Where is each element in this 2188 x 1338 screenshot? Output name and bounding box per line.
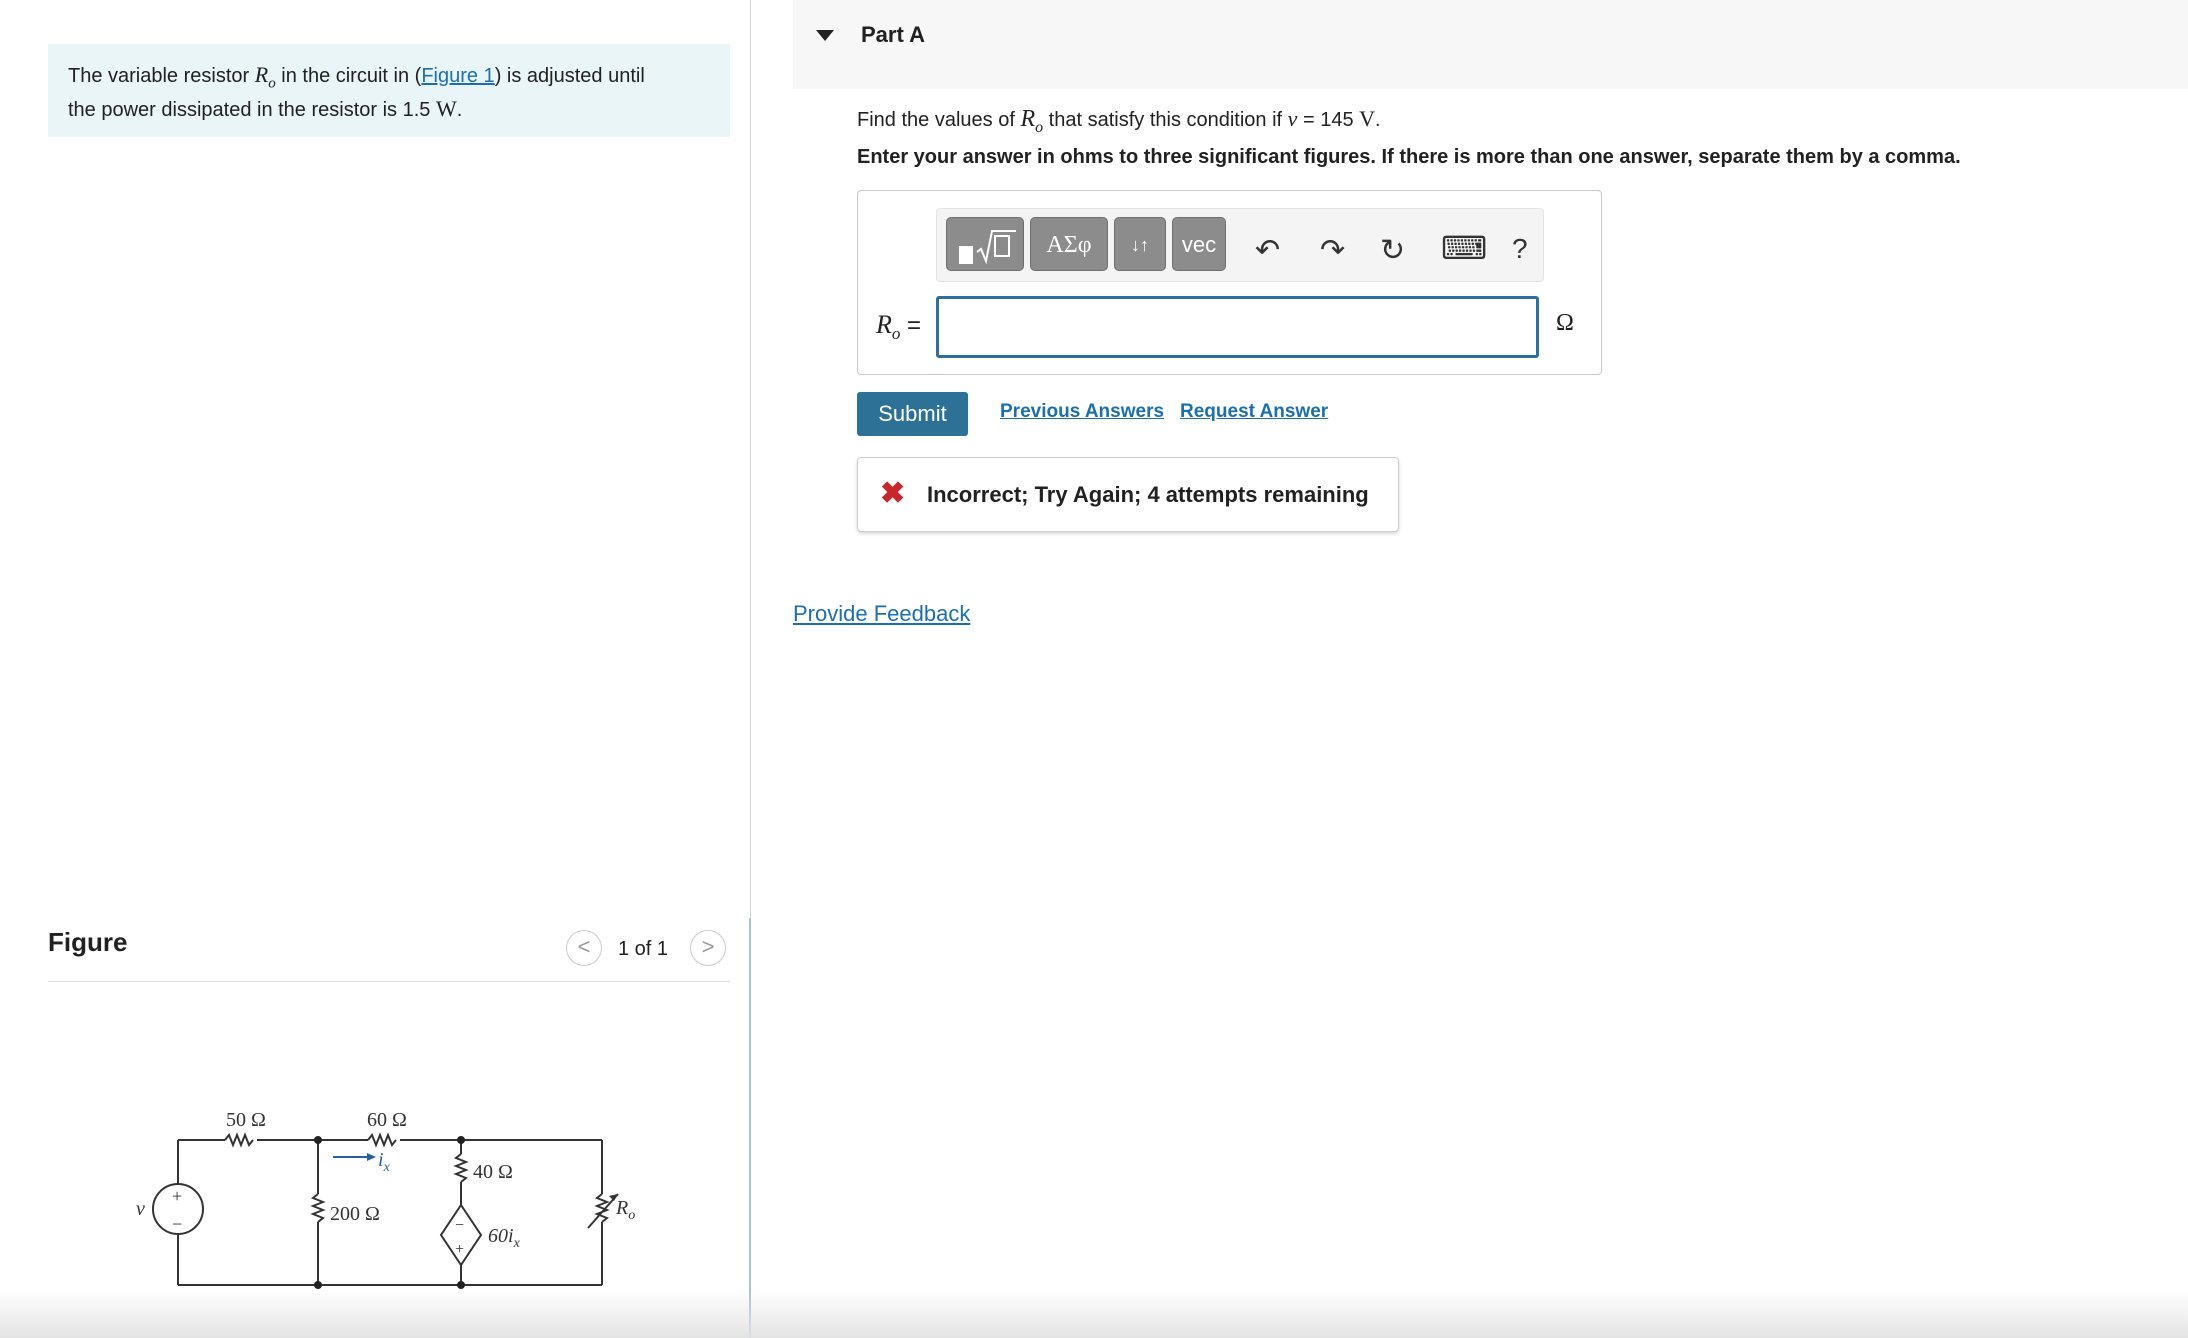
sqrt-template-icon [959, 230, 1016, 265]
label-40-ohm: 40 Ω [473, 1161, 513, 1183]
question-text: Find the values of Ro that satisfy this … [857, 106, 1381, 136]
next-figure-button[interactable]: > [690, 930, 726, 966]
source-minus: − [172, 1214, 182, 1234]
instruction-text: Enter your answer in ohms to three signi… [857, 146, 1961, 168]
source-plus: + [172, 1186, 182, 1206]
figure-divider [48, 981, 730, 982]
undo-icon[interactable]: ↶ [1255, 233, 1280, 268]
prev-figure-button[interactable]: < [566, 930, 602, 966]
previous-answers-link[interactable]: Previous Answers [1000, 401, 1164, 423]
left-panel: The variable resistor Ro in the circuit … [0, 0, 750, 1338]
feedback-text: Incorrect; Try Again; 4 attempts remaini… [927, 482, 1369, 507]
vector-button[interactable]: vec [1172, 217, 1226, 271]
keyboard-icon[interactable]: ⌨ [1441, 229, 1487, 267]
answer-label: Ro = [876, 310, 922, 344]
label-60-ohm: 60 Ω [367, 1109, 407, 1131]
arrows-button[interactable]: ↓↑ [1114, 217, 1166, 271]
help-icon[interactable]: ? [1512, 233, 1528, 265]
label-v: v [136, 1198, 145, 1220]
figure-pager-text: 1 of 1 [618, 938, 669, 960]
reset-icon[interactable]: ↻ [1380, 233, 1405, 268]
unit-label: Ω [1556, 310, 1574, 336]
problem-var: Ro [254, 62, 276, 92]
feedback-box: ✖ Incorrect; Try Again; 4 attempts remai… [857, 457, 1399, 532]
circuit-diagram: 50 Ω 60 Ω 40 Ω 200 Ω 60ix ix Ro v + − − … [136, 1109, 635, 1289]
incorrect-x-icon: ✖ [880, 477, 906, 510]
label-200-ohm: 200 Ω [330, 1203, 380, 1225]
collapse-triangle-icon[interactable] [816, 30, 834, 41]
figure-link[interactable]: Figure 1 [421, 65, 494, 87]
problem-statement: The variable resistor Ro in the circuit … [48, 44, 730, 137]
label-50-ohm: 50 Ω [226, 1109, 266, 1131]
part-title[interactable]: Part A [861, 22, 925, 48]
greek-symbols-button[interactable]: ΑΣφ [1030, 217, 1108, 271]
problem-text: The variable resistor [68, 65, 255, 87]
bottom-shade [0, 1290, 2188, 1338]
label-ix: ix [378, 1149, 391, 1175]
label-ro: Ro [615, 1197, 635, 1223]
label-dependent-source: 60ix [488, 1225, 521, 1251]
figure-title: Figure [48, 927, 128, 957]
submit-button[interactable]: Submit [857, 392, 968, 436]
answer-input[interactable] [936, 296, 1539, 358]
panel-divider-accent [749, 918, 751, 1338]
provide-feedback-link[interactable]: Provide Feedback [793, 601, 970, 627]
request-answer-link[interactable]: Request Answer [1180, 401, 1328, 423]
redo-icon[interactable]: ↷ [1320, 233, 1345, 268]
templates-button[interactable] [946, 217, 1024, 271]
math-toolbar: ΑΣφ ↓↑ vec ↶ ↷ ↻ ⌨ ? [936, 208, 1544, 282]
part-header[interactable] [793, 0, 2188, 89]
dep-source-minus: − [455, 1217, 464, 1234]
dep-source-plus: + [455, 1241, 464, 1258]
